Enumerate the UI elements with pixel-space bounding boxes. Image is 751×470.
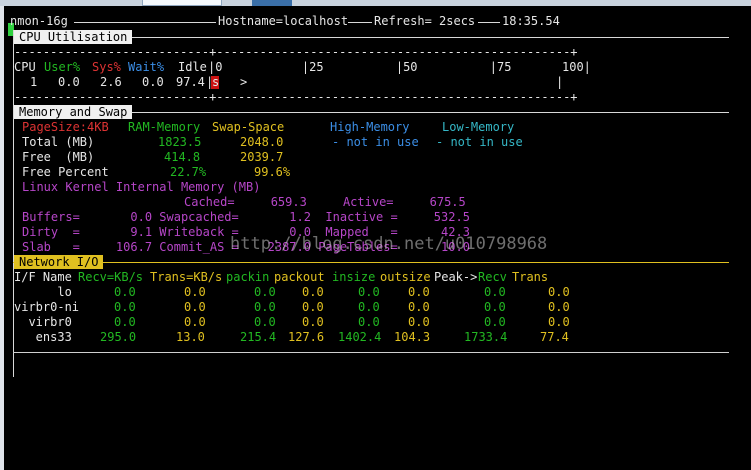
net-row-peak-trans: 0.0 xyxy=(548,300,570,314)
clock: 18:35.54 xyxy=(502,14,560,28)
nmon-version: nmon-16g xyxy=(10,14,68,28)
net-row-recv: 0.0 xyxy=(114,300,136,314)
net-row-trans: 13.0 xyxy=(176,330,205,344)
cpu-bar-arrow: > xyxy=(240,75,248,89)
cpu-row-id: 1 xyxy=(30,75,38,89)
divider xyxy=(348,22,372,23)
net-row-recv: 0.0 xyxy=(114,315,136,329)
net-row-recv: 295.0 xyxy=(100,330,137,344)
terminal-screen[interactable]: nmon-16g Hostname=localhost Refresh= 2se… xyxy=(4,6,751,470)
net-row-peak-recv: 0.0 xyxy=(484,285,506,299)
net-row-recv: 0.0 xyxy=(114,285,136,299)
net-row-name: virbr0 xyxy=(14,315,72,329)
net-row-insize: 0.0 xyxy=(358,315,380,329)
cpu-row-sys: 2.6 xyxy=(100,75,122,89)
free-swap: 2039.7 xyxy=(240,150,284,164)
net-header-packin: packin xyxy=(226,270,270,284)
cpu-scale: |0 |25 |50 |75 100| xyxy=(208,60,591,74)
cpu-top-rule: ---------------------------+------------… xyxy=(14,45,578,59)
free-percent-label: Free Percent xyxy=(22,165,109,179)
total-label: Total (MB) xyxy=(22,135,95,149)
divider xyxy=(74,22,216,23)
watermark: http://blog.csdn.net/u010798968 xyxy=(230,234,548,254)
net-row-outsize: 104.3 xyxy=(394,330,431,344)
total-high: - not in use xyxy=(332,135,419,149)
net-row-outsize: 0.0 xyxy=(408,300,430,314)
refresh-label: Refresh= 2secs xyxy=(374,14,476,28)
total-swap: 2048.0 xyxy=(240,135,284,149)
cpu-section-title: CPU Utilisation xyxy=(14,30,133,44)
cpu-row-user: 0.0 xyxy=(58,75,80,89)
memory-section-title: Memory and Swap xyxy=(14,105,133,119)
net-row-outsize: 0.0 xyxy=(408,315,430,329)
net-row-insize: 0.0 xyxy=(358,300,380,314)
cpu-bottom-rule: ---------------------------+------------… xyxy=(14,90,578,104)
net-row-trans: 0.0 xyxy=(184,285,206,299)
net-header-peak-trans: Trans xyxy=(512,270,549,284)
cpu-row-idle: 97.4 xyxy=(176,75,205,89)
free-percent-swap: 99.6% xyxy=(254,165,291,179)
high-memory-header: High-Memory xyxy=(330,120,410,134)
cpu-bar-char: s xyxy=(212,75,220,89)
net-row-packout: 0.0 xyxy=(302,315,324,329)
net-row-peak-trans: 0.0 xyxy=(548,315,570,329)
pagesize: PageSize:4KB xyxy=(22,120,109,134)
net-row-peak-trans: 77.4 xyxy=(540,330,569,344)
cpu-header-idle: Idle xyxy=(178,60,207,74)
free-percent-ram: 22.7% xyxy=(170,165,207,179)
total-ram: 1823.5 xyxy=(158,135,202,149)
net-header-outsize: outsize xyxy=(380,270,431,284)
low-memory-header: Low-Memory xyxy=(442,120,515,134)
net-header-recv: Recv=KB/s xyxy=(78,270,144,284)
net-row-packout: 0.0 xyxy=(302,300,324,314)
net-row-name: virbr0-ni xyxy=(14,300,80,314)
hostname-label: Hostname=localhost xyxy=(218,14,349,28)
swap-header: Swap-Space xyxy=(212,120,285,134)
cpu-header-cpu: CPU xyxy=(14,60,36,74)
cpu-bar-end: | xyxy=(556,75,564,89)
net-row-peak-trans: 0.0 xyxy=(548,285,570,299)
net-row-packout: 0.0 xyxy=(302,285,324,299)
net-header-packout: packout xyxy=(274,270,325,284)
bottom-rule xyxy=(13,352,729,353)
cpu-header-user: User% xyxy=(44,60,81,74)
kernel-buffers: Buffers= 0.0 Swapcached= 1.2 Inactive = … xyxy=(22,210,470,224)
free-label: Free (MB) xyxy=(22,150,95,164)
net-row-insize: 1402.4 xyxy=(338,330,382,344)
ram-header: RAM-Memory xyxy=(128,120,201,134)
net-row-name: lo xyxy=(14,285,72,299)
net-header-ifname: I/F Name xyxy=(14,270,72,284)
net-row-outsize: 0.0 xyxy=(408,285,430,299)
net-row-name: ens33 xyxy=(14,330,72,344)
net-header-peak: Peak-> xyxy=(434,270,478,284)
total-low: - not in use xyxy=(436,135,523,149)
net-row-insize: 0.0 xyxy=(358,285,380,299)
cpu-header-wait: Wait% xyxy=(128,60,165,74)
kernel-cached: Cached= 659.3 Active= 675.5 xyxy=(184,195,466,209)
net-row-packin: 215.4 xyxy=(240,330,277,344)
cpu-row-wait: 0.0 xyxy=(142,75,164,89)
net-row-peak-recv: 1733.4 xyxy=(464,330,508,344)
net-row-packin: 0.0 xyxy=(254,315,276,329)
net-row-peak-recv: 0.0 xyxy=(484,300,506,314)
net-row-peak-recv: 0.0 xyxy=(484,315,506,329)
network-section-title: Network I/O xyxy=(14,255,104,269)
divider xyxy=(478,22,500,23)
section-divider xyxy=(13,262,729,263)
cpu-header-sys: Sys% xyxy=(92,60,121,74)
net-row-packin: 0.0 xyxy=(254,285,276,299)
net-row-packout: 127.6 xyxy=(288,330,325,344)
net-header-trans: Trans=KB/s xyxy=(150,270,223,284)
net-row-packin: 0.0 xyxy=(254,300,276,314)
free-ram: 414.8 xyxy=(164,150,201,164)
net-row-trans: 0.0 xyxy=(184,315,206,329)
kernel-memory-title: Linux Kernel Internal Memory (MB) xyxy=(22,180,261,194)
net-row-trans: 0.0 xyxy=(184,300,206,314)
net-header-insize: insize xyxy=(332,270,376,284)
net-header-peak-recv: Recv xyxy=(478,270,507,284)
